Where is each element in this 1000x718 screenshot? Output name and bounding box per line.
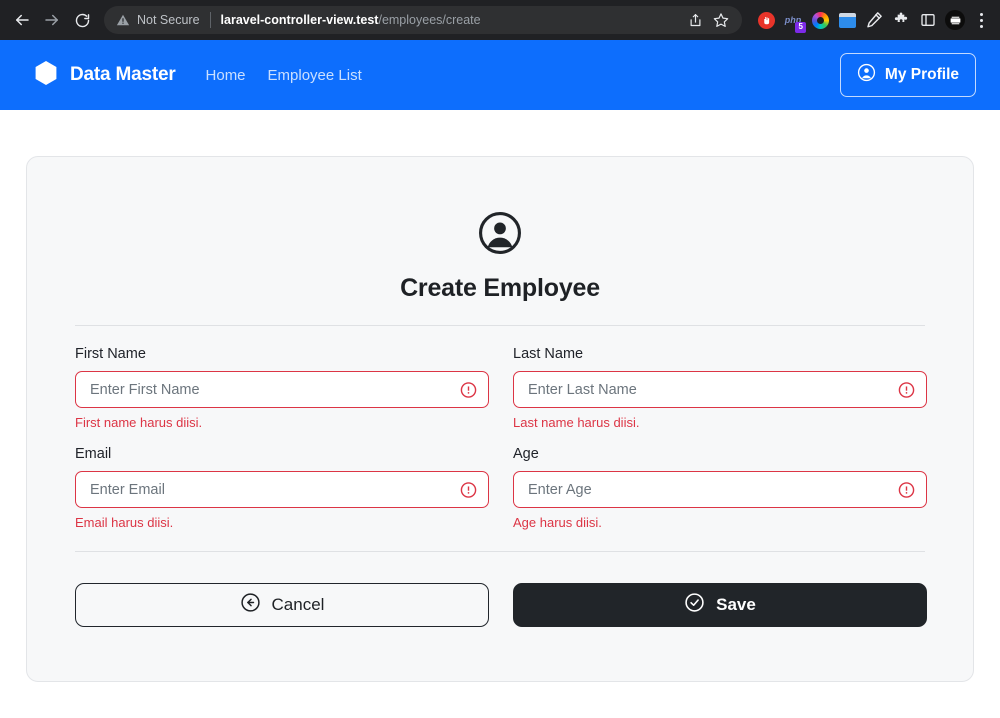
age-error: Age harus diisi. — [513, 515, 602, 530]
age-input[interactable] — [513, 471, 927, 508]
not-secure-warning-icon — [116, 13, 130, 27]
security-status-text: Not Secure — [137, 13, 200, 27]
brand[interactable]: Data Master — [34, 60, 176, 91]
app-navbar: Data Master Home Employee List My Profil… — [0, 40, 1000, 110]
profile-avatar-icon[interactable] — [943, 8, 967, 32]
age-input-wrap — [513, 471, 927, 508]
save-button[interactable]: Save — [513, 583, 927, 627]
color-ring-extension-icon[interactable] — [808, 8, 832, 32]
nav-link-home[interactable]: Home — [206, 67, 246, 84]
user-circle-icon — [857, 63, 876, 87]
error-circle-icon — [898, 481, 915, 498]
employee-form: First Name First name harus diisi. Last … — [75, 326, 927, 546]
pen-extension-icon[interactable] — [862, 8, 886, 32]
address-bar[interactable]: Not Secure laravel-controller-view.test/… — [104, 6, 742, 34]
email-input-wrap — [75, 471, 489, 508]
email-error: Email harus diisi. — [75, 515, 174, 530]
form-actions: Cancel Save — [75, 552, 927, 627]
extensions-tray: php 5 — [750, 8, 992, 33]
hexagon-icon — [34, 60, 58, 91]
browser-forward-button[interactable] — [38, 6, 66, 34]
omnibox-divider — [209, 12, 211, 28]
card-header: Create Employee — [75, 157, 925, 303]
url-host: laravel-controller-view.test — [220, 13, 379, 27]
browser-reload-button[interactable] — [68, 6, 96, 34]
browser-toolbar: Not Secure laravel-controller-view.test/… — [0, 0, 1000, 40]
last-name-error: Last name harus diisi. — [513, 415, 640, 430]
create-employee-card: Create Employee First Name First name ha… — [26, 156, 974, 682]
my-profile-button[interactable]: My Profile — [839, 53, 976, 97]
browser-back-button[interactable] — [8, 6, 36, 34]
cancel-button-label: Cancel — [271, 595, 325, 614]
user-avatar-icon — [478, 211, 522, 260]
last-name-input-wrap — [513, 371, 927, 408]
my-profile-label: My Profile — [884, 66, 959, 83]
arrow-left-circle-icon — [240, 592, 261, 618]
chrome-menu-icon[interactable] — [970, 8, 992, 32]
first-name-label: First Name — [75, 346, 146, 362]
cancel-button[interactable]: Cancel — [75, 583, 489, 627]
field-email: Email Email harus diisi. — [75, 446, 489, 546]
page-body: Create Employee First Name First name ha… — [0, 110, 1000, 718]
last-name-input[interactable] — [513, 371, 927, 408]
error-circle-icon — [898, 381, 915, 398]
navbar-links: Home Employee List — [206, 67, 362, 84]
last-name-label: Last Name — [513, 346, 584, 362]
save-button-label: Save — [716, 595, 756, 614]
php-extension-icon[interactable]: php 5 — [781, 8, 807, 33]
first-name-input-wrap — [75, 371, 489, 408]
email-label: Email — [75, 446, 112, 462]
sidebar-toggle-icon[interactable] — [916, 8, 940, 32]
error-circle-icon — [460, 481, 477, 498]
nav-link-employee-list[interactable]: Employee List — [268, 67, 362, 84]
error-circle-icon — [460, 381, 477, 398]
age-label: Age — [513, 446, 539, 462]
field-first-name: First Name First name harus diisi. — [75, 346, 489, 446]
stop-extension-icon[interactable] — [754, 8, 778, 32]
url-path: /employees/create — [378, 13, 481, 27]
share-icon[interactable] — [684, 9, 706, 31]
brand-name: Data Master — [70, 64, 176, 85]
url-text: laravel-controller-view.test/employees/c… — [221, 13, 684, 27]
window-extension-icon[interactable] — [835, 8, 859, 32]
omnibox-actions — [684, 9, 732, 31]
php-badge-count: 5 — [795, 21, 807, 33]
page-title: Create Employee — [400, 274, 600, 302]
check-circle-icon — [684, 592, 705, 618]
puzzle-extension-icon[interactable] — [889, 8, 913, 32]
first-name-input[interactable] — [75, 371, 489, 408]
email-input[interactable] — [75, 471, 489, 508]
bookmark-star-icon[interactable] — [710, 9, 732, 31]
first-name-error: First name harus diisi. — [75, 415, 203, 430]
field-age: Age Age harus diisi. — [513, 446, 927, 546]
field-last-name: Last Name Last name harus diisi. — [513, 346, 927, 446]
